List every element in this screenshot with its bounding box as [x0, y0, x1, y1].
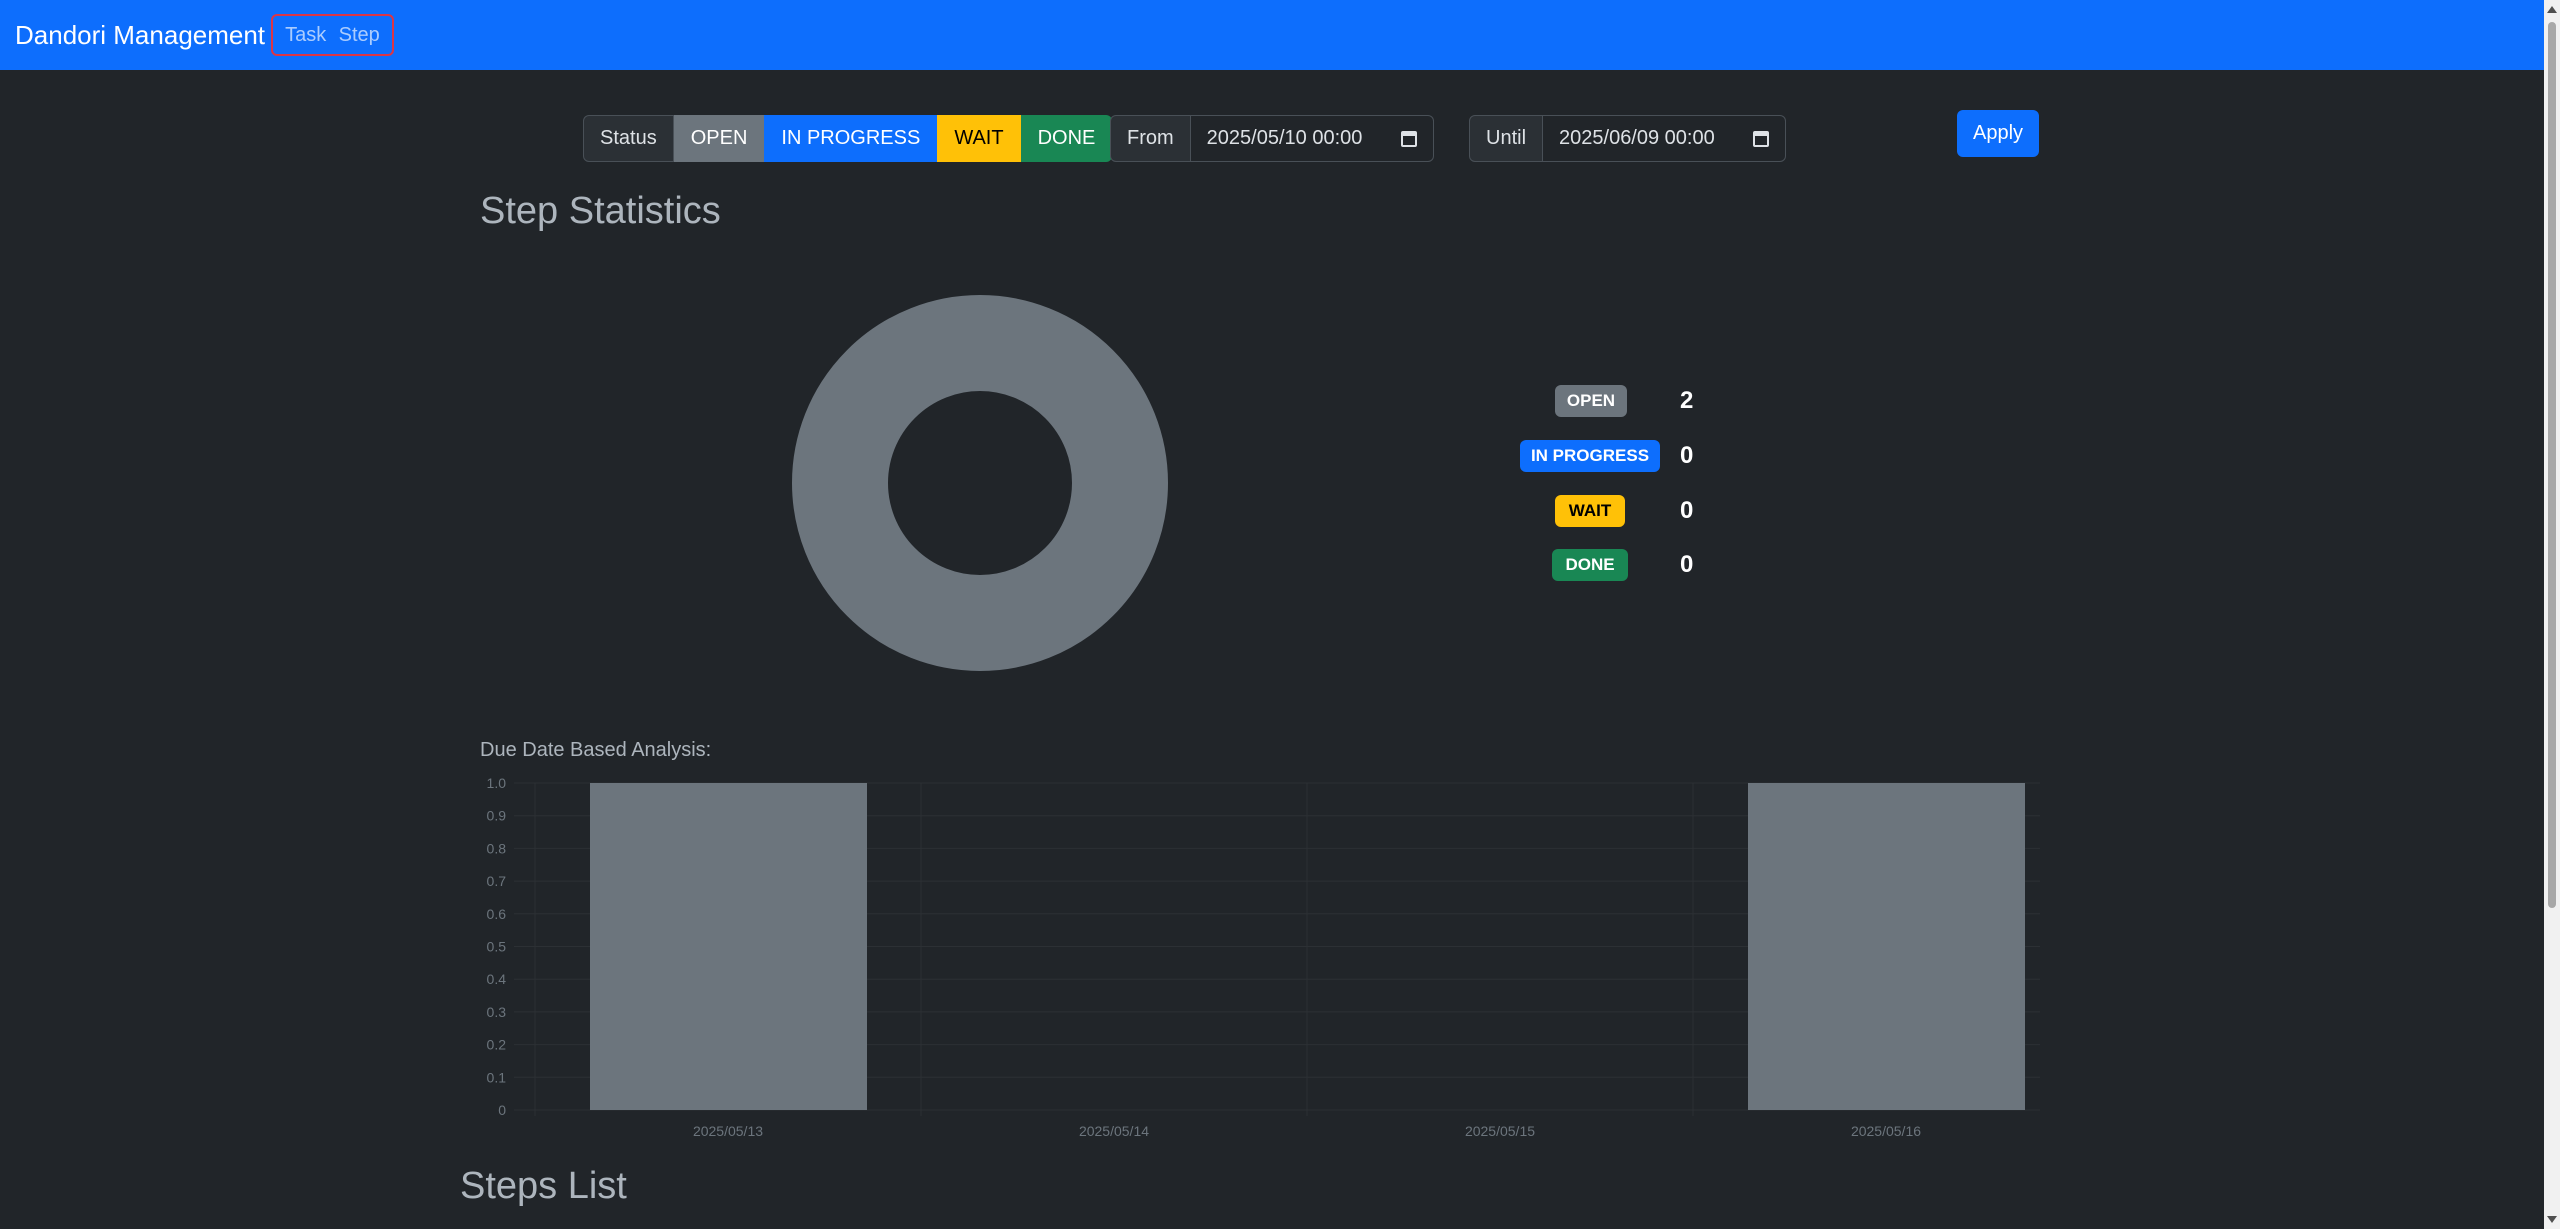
navbar-brand[interactable]: Dandori Management	[15, 0, 265, 70]
page-scrollbar[interactable]	[2544, 0, 2560, 1229]
legend-count-done: 0	[1680, 551, 1694, 578]
until-date-input[interactable]: 2025/06/09 00:00	[1543, 115, 1787, 162]
status-filter: Status OPEN IN PROGRESS WAIT DONE	[583, 115, 1113, 162]
calendar-icon[interactable]	[1753, 130, 1770, 147]
y-tick-label: 0.9	[487, 808, 507, 824]
legend-badge-in-progress: IN PROGRESS	[1520, 440, 1660, 472]
donut-slice-open[interactable]	[792, 295, 1168, 671]
scroll-up-icon[interactable]	[2547, 6, 2557, 13]
y-tick-label: 0.5	[487, 939, 507, 955]
bar-2025-05-16[interactable]	[1748, 783, 2025, 1110]
from-date-input[interactable]: 2025/05/10 00:00	[1190, 115, 1434, 162]
page: Dandori Management Task Step Status OPEN…	[0, 0, 2560, 1229]
y-tick-label: 0.4	[487, 971, 507, 987]
bar-2025-05-13[interactable]	[590, 783, 867, 1110]
nav-links: Task Step	[271, 14, 394, 56]
legend-count-wait: 0	[1680, 497, 1694, 524]
y-tick-label: 1.0	[487, 775, 507, 791]
calendar-icon[interactable]	[1400, 130, 1417, 147]
until-date-value: 2025/06/09 00:00	[1559, 127, 1715, 149]
status-open-button[interactable]: OPEN	[673, 115, 765, 162]
x-tick-label: 2025/05/14	[1079, 1123, 1149, 1139]
due-date-bar-chart: 0 0.1 0.2 0.3 0.4 0.5 0.6 0.7 0.8 0.9 1.0 2025/05/1…	[487, 775, 2040, 1139]
status-in-progress-button[interactable]: IN PROGRESS	[764, 115, 938, 162]
from-label: From	[1110, 115, 1191, 162]
legend-count-open: 2	[1680, 387, 1694, 414]
scroll-down-icon[interactable]	[2547, 1216, 2557, 1223]
y-tick-label: 0.6	[487, 906, 507, 922]
x-tick-label: 2025/05/13	[693, 1123, 763, 1139]
y-tick-label: 0.3	[487, 1004, 507, 1020]
y-tick-label: 0.2	[487, 1037, 507, 1053]
y-tick-label: 0.8	[487, 840, 507, 856]
navbar: Dandori Management Task Step	[0, 0, 2544, 70]
y-tick-label: 0.1	[487, 1069, 507, 1085]
steps-list-title: Steps List	[460, 1165, 627, 1207]
y-tick-label: 0	[498, 1102, 506, 1118]
due-date-analysis-label: Due Date Based Analysis:	[480, 739, 712, 761]
status-donut-chart	[792, 295, 1168, 671]
scrollbar-thumb[interactable]	[2548, 22, 2556, 908]
x-tick-label: 2025/05/15	[1465, 1123, 1535, 1139]
y-tick-label: 0.7	[487, 873, 507, 889]
until-filter: Until 2025/06/09 00:00	[1469, 115, 1787, 162]
x-tick-label: 2025/05/16	[1851, 1123, 1921, 1139]
until-label: Until	[1469, 115, 1544, 162]
stats-title: Step Statistics	[480, 190, 721, 232]
legend-count-in-progress: 0	[1680, 442, 1694, 469]
status-label: Status	[583, 115, 674, 162]
status-wait-button[interactable]: WAIT	[937, 115, 1021, 162]
legend-badge-open: OPEN	[1555, 385, 1627, 417]
from-date-value: 2025/05/10 00:00	[1206, 127, 1363, 149]
status-done-button[interactable]: DONE	[1020, 115, 1113, 162]
apply-button[interactable]: Apply	[1957, 110, 2039, 157]
nav-link-task[interactable]: Task	[285, 24, 326, 47]
legend-badge-done: DONE	[1552, 549, 1628, 581]
legend-badge-wait: WAIT	[1555, 495, 1625, 527]
from-filter: From 2025/05/10 00:00	[1110, 115, 1434, 162]
nav-link-step[interactable]: Step	[339, 24, 380, 47]
